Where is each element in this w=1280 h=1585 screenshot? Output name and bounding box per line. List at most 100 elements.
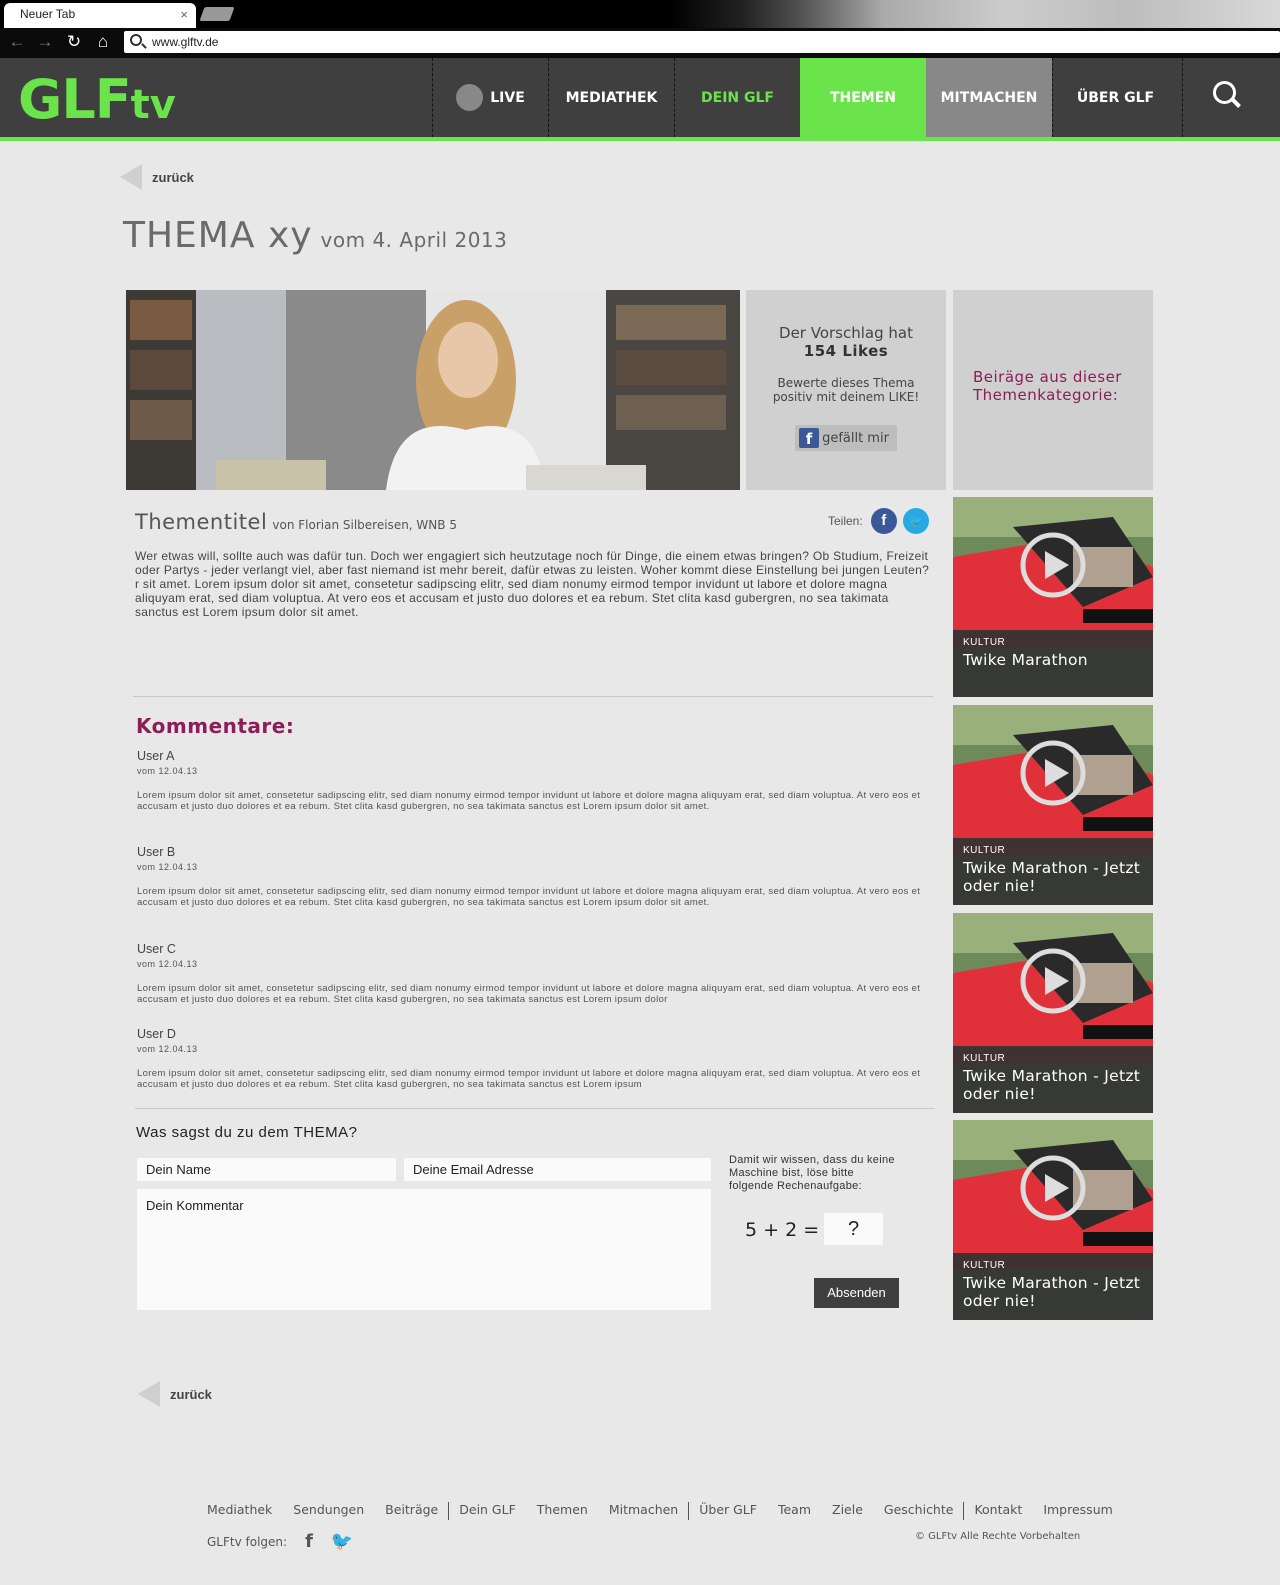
video-card[interactable]: KULTUR Twike Marathon [953, 497, 1153, 697]
comment-date: vom 12.04.13 [137, 862, 198, 872]
comment-item: User D vom 12.04.13 Lorem ipsum dolor si… [137, 1027, 927, 1095]
address-bar[interactable]: www.glftv.de [124, 31, 1280, 53]
tabstrip-background-image [670, 0, 1280, 28]
footer-link-team[interactable]: Team [778, 1502, 811, 1520]
comment-text: Lorem ipsum dolor sit amet, consetetur s… [137, 1068, 921, 1090]
page-title: THEMA xy vom 4. April 2013 [123, 215, 507, 256]
email-input[interactable] [404, 1158, 711, 1181]
comment-user: User A [137, 749, 175, 763]
footer-link-ueber-glf[interactable]: Über GLF [699, 1502, 757, 1520]
footer-link-ziele[interactable]: Ziele [832, 1502, 863, 1520]
back-triangle-icon [120, 164, 142, 190]
facebook-share-icon[interactable]: f [870, 508, 897, 534]
site-header: GLFtv LIVE MEDIATHEK DEIN GLF THEMEN MIT… [0, 58, 1280, 141]
comment-item: User B vom 12.04.13 Lorem ipsum dolor si… [137, 845, 927, 908]
footer-link-beitraege[interactable]: Beiträge [385, 1502, 438, 1520]
footer-link-kontakt[interactable]: Kontakt [974, 1502, 1022, 1520]
comment-date: vom 12.04.13 [137, 1044, 198, 1054]
comment-user: User B [137, 845, 176, 859]
nav-mediathek-label: MEDIATHEK [565, 89, 658, 106]
main-nav: LIVE MEDIATHEK DEIN GLF THEMEN MITMACHEN… [432, 58, 1178, 137]
video-card[interactable]: KULTUR Twike Marathon - Jetzt oder nie! [953, 705, 1153, 905]
browser-tab[interactable]: Neuer Tab × [4, 3, 196, 28]
captcha-note: Damit wir wissen, dass du keine Maschine… [729, 1154, 895, 1192]
video-title: Twike Marathon - Jetzt oder nie! [963, 1067, 1141, 1103]
footer-link-mitmachen[interactable]: Mitmachen [609, 1502, 678, 1520]
comment-text: Lorem ipsum dolor sit amet, consetetur s… [137, 983, 921, 1005]
footer-link-geschichte[interactable]: Geschichte [884, 1502, 954, 1520]
nav-themen[interactable]: THEMEN [800, 58, 926, 137]
video-category: KULTUR [963, 1260, 1006, 1271]
site-search-button[interactable] [1182, 58, 1280, 137]
comment-item: User C vom 12.04.13 Lorem ipsum dolor si… [137, 942, 927, 1010]
comments-heading: Kommentare: [136, 714, 295, 738]
nav-ueber-glf[interactable]: ÜBER GLF [1052, 58, 1178, 137]
like-count: 154 Likes [803, 342, 889, 360]
logo-main: GLF [18, 68, 132, 131]
submit-button[interactable]: Absenden [814, 1278, 899, 1308]
footer-follow: GLFtv folgen: f 🐦 [207, 1531, 353, 1552]
video-caption: KULTUR Twike Marathon - Jetzt oder nie! [953, 1046, 1153, 1113]
comment-date: vom 12.04.13 [137, 959, 198, 969]
facebook-icon[interactable]: f [305, 1531, 313, 1552]
back-label: zurück [152, 169, 194, 185]
video-card[interactable]: KULTUR Twike Marathon - Jetzt oder nie! [953, 1120, 1153, 1320]
divider [135, 1108, 935, 1109]
nav-dein-glf[interactable]: DEIN GLF [674, 58, 800, 137]
footer-link-dein-glf[interactable]: Dein GLF [459, 1502, 516, 1520]
back-link-bottom[interactable]: zurück [138, 1381, 212, 1407]
follow-label: GLFtv folgen: [207, 1534, 288, 1549]
article-byline: von Florian Silbereisen, WNB 5 [272, 518, 457, 532]
footer-nav: Mediathek Sendungen Beiträge Dein GLF Th… [207, 1502, 1134, 1520]
search-icon [130, 34, 142, 46]
category-box-label: Beiräge aus dieser Themenkategorie: [973, 368, 1122, 404]
new-tab-button[interactable] [199, 7, 235, 21]
footer-link-sendungen[interactable]: Sendungen [293, 1502, 364, 1520]
video-title: Twike Marathon - Jetzt oder nie! [963, 859, 1141, 895]
article-title: Thementitel von Florian Silbereisen, WNB… [135, 510, 457, 534]
like-box: Der Vorschlag hat 154 Likes Bewerte dies… [746, 290, 946, 490]
comment-date: vom 12.04.13 [137, 766, 198, 776]
nav-live[interactable]: LIVE [432, 58, 548, 137]
twitter-icon[interactable]: 🐦 [331, 1531, 353, 1552]
facebook-like-label: gefällt mir [822, 430, 889, 446]
back-arrow-icon[interactable]: ← [6, 31, 28, 53]
video-title: Twike Marathon - Jetzt oder nie! [963, 1274, 1141, 1310]
comment-item: User A vom 12.04.13 Lorem ipsum dolor si… [137, 749, 927, 812]
comment-text: Lorem ipsum dolor sit amet, consetetur s… [137, 790, 921, 812]
site-logo[interactable]: GLFtv [18, 68, 176, 131]
video-caption: KULTUR Twike Marathon [953, 630, 1153, 697]
page-title-date: vom 4. April 2013 [320, 228, 508, 252]
footer-link-mediathek[interactable]: Mediathek [207, 1502, 272, 1520]
back-link-top[interactable]: zurück [120, 164, 194, 190]
forward-arrow-icon[interactable]: → [34, 31, 56, 53]
reload-icon[interactable]: ↻ [63, 31, 85, 53]
footer-link-themen[interactable]: Themen [537, 1502, 588, 1520]
category-box: Beiräge aus dieser Themenkategorie: [953, 290, 1153, 490]
video-title: Twike Marathon [963, 651, 1088, 669]
comment-user: User D [137, 1027, 176, 1041]
back-triangle-icon [138, 1381, 160, 1407]
live-indicator-icon [456, 84, 484, 111]
video-card[interactable]: KULTUR Twike Marathon - Jetzt oder nie! [953, 913, 1153, 1113]
nav-themen-label: THEMEN [829, 89, 897, 106]
name-input[interactable] [137, 1158, 396, 1181]
footer-link-impressum[interactable]: Impressum [1043, 1502, 1112, 1520]
nav-live-label: LIVE [490, 89, 525, 106]
home-icon[interactable]: ⌂ [92, 31, 114, 53]
share-label: Teilen: [828, 514, 863, 528]
nav-mediathek[interactable]: MEDIATHEK [548, 58, 674, 137]
captcha-answer-input[interactable]: ? [824, 1213, 883, 1245]
footer-separator [963, 1502, 965, 1520]
footer-separator [688, 1502, 690, 1520]
browser-tabstrip: Neuer Tab × [0, 0, 1280, 28]
video-category: KULTUR [963, 845, 1006, 856]
comment-textarea[interactable] [137, 1189, 711, 1310]
nav-mitmachen-label: MITMACHEN [940, 89, 1038, 106]
facebook-like-button[interactable]: f gefällt mir [795, 425, 897, 451]
divider [133, 696, 933, 697]
nav-mitmachen[interactable]: MITMACHEN [926, 58, 1052, 137]
close-icon[interactable]: × [180, 7, 188, 22]
footer-separator [448, 1502, 450, 1520]
twitter-share-icon[interactable]: 🐦 [902, 508, 929, 534]
